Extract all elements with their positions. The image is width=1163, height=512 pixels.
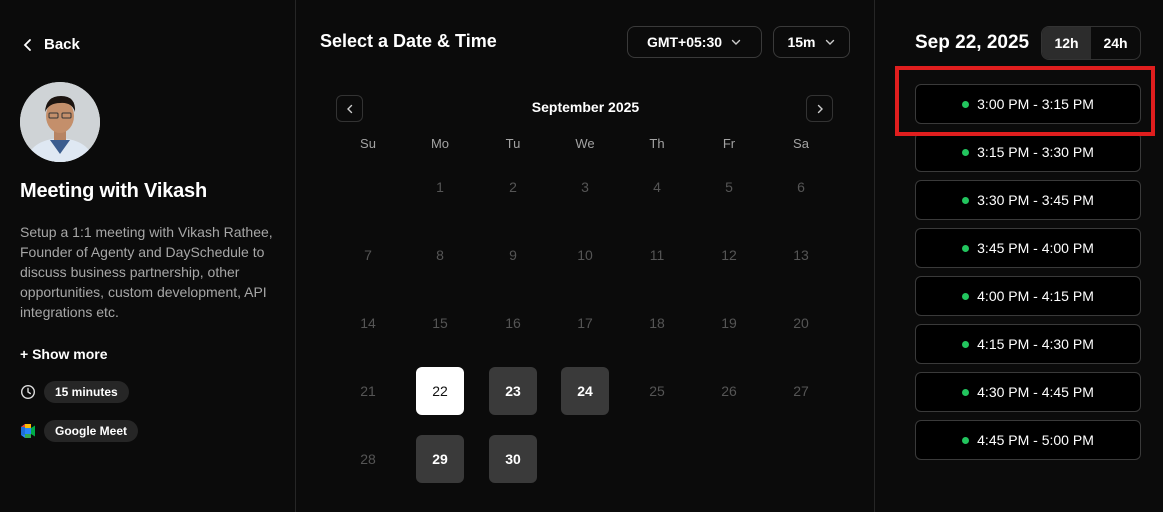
duration-row: 15 minutes — [20, 381, 129, 403]
event-title: Meeting with Vikash — [20, 180, 207, 202]
calendar-heading: Select a Date & Time — [320, 31, 497, 51]
duration-select[interactable]: 15m — [773, 26, 850, 58]
chevron-down-icon — [731, 39, 741, 45]
calendar-day-8: 8 — [436, 247, 444, 263]
calendar-day-3: 3 — [581, 179, 589, 195]
calendar-day-27: 27 — [793, 383, 809, 399]
calendar-day-13: 13 — [793, 247, 809, 263]
time-slot-label: 3:15 PM - 3:30 PM — [977, 144, 1094, 160]
timezone-value: GMT+05:30 — [646, 34, 723, 50]
calendar-day-5: 5 — [725, 179, 733, 195]
back-button[interactable]: Back — [20, 36, 80, 53]
event-description: Setup a 1:1 meeting with Vikash Rathee, … — [20, 224, 273, 320]
calendar-day-29[interactable]: 29 — [416, 435, 464, 483]
location-badge: Google Meet — [44, 420, 139, 442]
calendar-day-26: 26 — [721, 383, 737, 399]
calendar-day-9: 9 — [509, 247, 517, 263]
calendar-day-30[interactable]: 30 — [489, 435, 537, 483]
time-format-toggle: 12h 24h — [1041, 26, 1141, 60]
calendar-day-12: 12 — [721, 247, 737, 263]
duration-select-value: 15m — [787, 34, 816, 50]
availability-dot-icon — [962, 148, 970, 156]
show-more-link[interactable]: + Show more — [20, 346, 108, 362]
calendar-day-22[interactable]: 22 — [416, 367, 464, 415]
calendar-panel: Select a Date & Time GMT+05:30 15m Septe… — [296, 0, 875, 512]
calendar-day-10: 10 — [577, 247, 593, 263]
calendar-day-18: 18 — [649, 315, 665, 331]
duration-badge: 15 minutes — [44, 381, 129, 403]
location-row: Google Meet — [20, 420, 139, 442]
availability-dot-icon — [962, 388, 970, 396]
avatar — [20, 82, 100, 162]
calendar-day-21: 21 — [360, 383, 376, 399]
calendar-day-4: 4 — [653, 179, 661, 195]
weekday-label: Fr — [722, 136, 736, 151]
availability-dot-icon — [962, 436, 970, 444]
time-slot-label: 3:45 PM - 4:00 PM — [977, 240, 1094, 256]
time-slot-button[interactable]: 3:45 PM - 4:00 PM — [915, 228, 1141, 268]
calendar-day-11: 11 — [649, 247, 665, 263]
time-slot-button[interactable]: 3:30 PM - 3:45 PM — [915, 180, 1141, 220]
weekday-label: We — [575, 136, 595, 151]
calendar-day-1: 1 — [436, 179, 444, 195]
time-slot-button[interactable]: 4:00 PM - 4:15 PM — [915, 276, 1141, 316]
availability-dot-icon — [962, 340, 970, 348]
time-slot-button[interactable]: 4:15 PM - 4:30 PM — [915, 324, 1141, 364]
calendar-day-7: 7 — [364, 247, 372, 263]
time-slot-label: 4:15 PM - 4:30 PM — [977, 336, 1094, 352]
month-label: September 2025 — [531, 99, 640, 115]
timezone-select[interactable]: GMT+05:30 — [627, 26, 762, 58]
format-12h-button[interactable]: 12h — [1042, 27, 1091, 59]
calendar-day-6: 6 — [797, 179, 805, 195]
calendar-day-24[interactable]: 24 — [561, 367, 609, 415]
chevron-left-icon — [23, 38, 31, 51]
calendar-day-15: 15 — [432, 315, 448, 331]
calendar-day-19: 19 — [721, 315, 737, 331]
format-24h-button[interactable]: 24h — [1091, 27, 1140, 59]
google-meet-icon — [21, 424, 35, 438]
calendar-day-17: 17 — [577, 315, 593, 331]
calendar-day-14: 14 — [360, 315, 376, 331]
calendar-day-23[interactable]: 23 — [489, 367, 537, 415]
time-slot-label: 4:45 PM - 5:00 PM — [977, 432, 1094, 448]
time-slot-label: 4:30 PM - 4:45 PM — [977, 384, 1094, 400]
next-month-button[interactable] — [806, 95, 833, 122]
back-label: Back — [44, 36, 80, 53]
highlight-box — [895, 66, 1155, 136]
weekday-label: Th — [649, 136, 665, 151]
availability-dot-icon — [962, 244, 970, 252]
selected-date-heading: Sep 22, 2025 — [915, 32, 1030, 53]
chevron-right-icon — [817, 104, 823, 113]
availability-dot-icon — [962, 292, 970, 300]
calendar-day-2: 2 — [509, 179, 517, 195]
calendar-day-16: 16 — [505, 315, 521, 331]
time-slot-button[interactable]: 3:15 PM - 3:30 PM — [915, 132, 1141, 172]
time-slots-panel: Sep 22, 2025 12h 24h 3:00 PM - 3:15 PM 3:… — [875, 0, 1163, 512]
calendar-day-20: 20 — [793, 315, 809, 331]
weekday-label: Sa — [793, 136, 809, 151]
calendar-day-25: 25 — [649, 383, 665, 399]
time-slot-button[interactable]: 4:30 PM - 4:45 PM — [915, 372, 1141, 412]
weekday-label: Tu — [505, 136, 521, 151]
chevron-down-icon — [825, 39, 834, 45]
clock-icon — [20, 384, 36, 400]
weekday-label: Mo — [430, 136, 450, 151]
calendar-day-28: 28 — [360, 451, 376, 467]
time-slot-label: 4:00 PM - 4:15 PM — [977, 288, 1094, 304]
time-slot-button[interactable]: 4:45 PM - 5:00 PM — [915, 420, 1141, 460]
time-slot-label: 3:30 PM - 3:45 PM — [977, 192, 1094, 208]
event-info-panel: Back Meeting with Vikash Setup a 1:1 mee… — [0, 0, 296, 512]
weekday-label: Su — [360, 136, 376, 151]
availability-dot-icon — [962, 196, 970, 204]
